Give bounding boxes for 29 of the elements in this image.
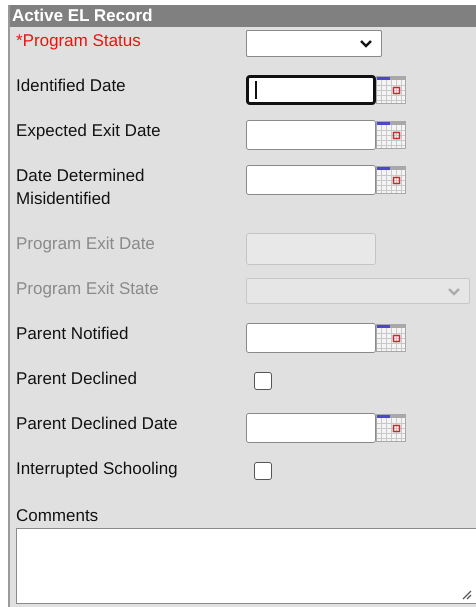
calendar-icon[interactable] [376, 121, 406, 149]
date-field[interactable] [246, 75, 376, 105]
field-label: Program Exit State [16, 278, 160, 300]
field-label: Identified Date [16, 75, 127, 97]
date-field[interactable] [246, 120, 376, 150]
checkbox[interactable] [254, 462, 272, 480]
panel-title: Active EL Record [10, 5, 476, 27]
date-field[interactable] [246, 165, 376, 195]
field-label: Parent Declined Date [16, 413, 179, 435]
field-label: Parent Declined [16, 368, 138, 390]
checkbox[interactable] [254, 372, 272, 390]
calendar-icon[interactable] [376, 324, 406, 352]
field-label: Program Exit Date [16, 233, 156, 255]
chevron-down-icon [359, 39, 373, 48]
calendar-icon[interactable] [376, 166, 406, 194]
comments-field[interactable] [16, 528, 476, 604]
chevron-down-icon [447, 286, 461, 296]
field-label: Expected Exit Date [16, 120, 162, 142]
date-field[interactable] [246, 323, 376, 353]
field-label: Comments [15, 505, 100, 527]
field-label: Date Determined Misidentified [16, 165, 146, 210]
resize-grip-icon [462, 590, 472, 600]
field-label: Interrupted Schooling [16, 458, 179, 480]
field-label: *Program Status [16, 30, 142, 52]
field-label: Parent Notified [16, 323, 130, 345]
calendar-icon[interactable] [376, 414, 406, 442]
dropdown[interactable] [246, 30, 382, 57]
calendar-icon[interactable] [376, 76, 406, 104]
date-field[interactable] [246, 413, 376, 443]
